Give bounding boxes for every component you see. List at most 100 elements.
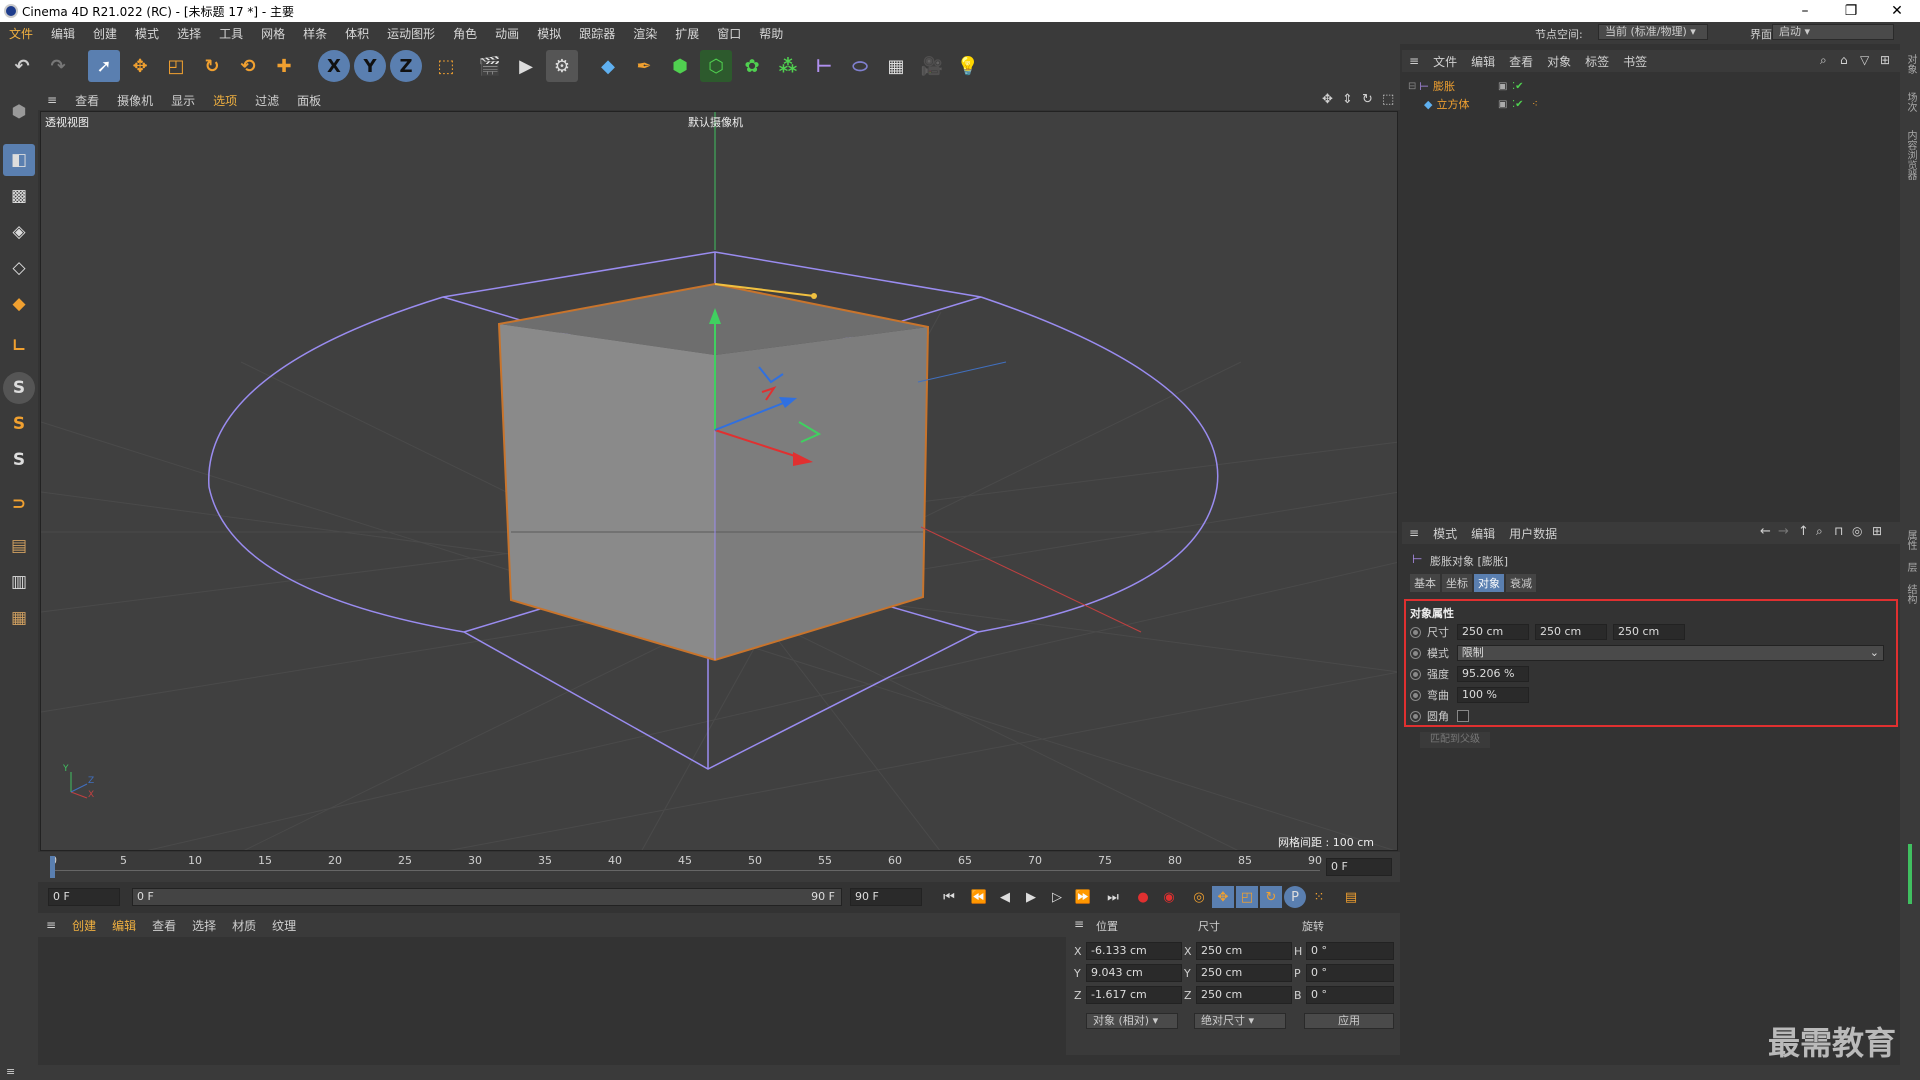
attribute-menu-icon[interactable]: ≡	[1402, 526, 1426, 540]
side-tab-layers[interactable]: 层	[1903, 562, 1918, 572]
cloner-icon[interactable]: ✿	[736, 50, 768, 82]
menu-animate[interactable]: 动画	[486, 25, 528, 42]
layer-toggle-icon[interactable]: ▣	[1498, 99, 1507, 110]
menu-spline[interactable]: 样条	[294, 25, 336, 42]
curvature-input[interactable]: 100 %	[1457, 687, 1529, 703]
attribute-menu-edit[interactable]: 编辑	[1464, 525, 1502, 542]
coordinate-tool-icon[interactable]: ✚	[268, 50, 300, 82]
rotation-b-field[interactable]: 0 °	[1306, 986, 1394, 1004]
new-window-icon[interactable]: ⊞	[1872, 524, 1882, 538]
close-button[interactable]: ✕	[1874, 0, 1920, 22]
object-menu-objects[interactable]: 对象	[1540, 53, 1578, 70]
viewport-menu-camera[interactable]: 摄像机	[108, 92, 162, 109]
menu-help[interactable]: 帮助	[750, 25, 792, 42]
size-x-field[interactable]: 250 cm	[1196, 942, 1292, 960]
frame-range-slider[interactable]: 0 F 90 F	[132, 888, 842, 906]
scale-tool-icon[interactable]: ◰	[160, 50, 192, 82]
size-x-input[interactable]: 250 cm	[1457, 624, 1529, 640]
snap-icon[interactable]: S	[3, 372, 35, 404]
animate-radio-icon[interactable]	[1410, 626, 1421, 638]
status-menu-icon[interactable]: ≡	[6, 1065, 15, 1078]
new-window-icon[interactable]: ⊞	[1880, 53, 1890, 67]
fit-to-parent-button[interactable]: 匹配到父级	[1420, 732, 1490, 748]
next-frame-icon[interactable]: ▷	[1046, 886, 1068, 908]
animate-radio-icon[interactable]	[1410, 647, 1421, 659]
size-y-input[interactable]: 250 cm	[1535, 624, 1607, 640]
object-row-bulge[interactable]: ⊟ ⊢ 膨胀 ▣ ⁚✔	[1408, 78, 1898, 94]
viewport-menu-options[interactable]: 选项	[204, 92, 246, 109]
menu-mode[interactable]: 模式	[126, 25, 168, 42]
keyframe-selection-icon[interactable]: ◎	[1188, 886, 1210, 908]
x-axis-lock-button[interactable]: X	[318, 50, 350, 82]
render-picture-viewer-icon[interactable]: ▶	[510, 50, 542, 82]
side-tab-takes[interactable]: 场次	[1903, 92, 1918, 112]
texture-mode-icon[interactable]: ▩	[3, 180, 35, 212]
key-rotation-icon[interactable]: ↻	[1260, 886, 1282, 908]
record-icon[interactable]: ●	[1132, 886, 1154, 908]
menu-tools[interactable]: 工具	[210, 25, 252, 42]
phong-tag-icon[interactable]: ⁖	[1532, 99, 1538, 110]
material-menu-texture[interactable]: 纹理	[264, 917, 304, 934]
animate-radio-icon[interactable]	[1410, 710, 1421, 722]
menu-edit[interactable]: 编辑	[42, 25, 84, 42]
rotation-p-field[interactable]: 0 °	[1306, 964, 1394, 982]
rotation-h-field[interactable]: 0 °	[1306, 942, 1394, 960]
menu-mograph[interactable]: 运动图形	[378, 25, 444, 42]
forward-arrow-icon[interactable]: →	[1778, 524, 1789, 539]
menu-mesh[interactable]: 网格	[252, 25, 294, 42]
object-menu-icon[interactable]: ≡	[1402, 54, 1426, 68]
animate-radio-icon[interactable]	[1410, 668, 1421, 680]
psr-tool-icon[interactable]: ⟲	[232, 50, 264, 82]
camera-label[interactable]: 默认摄像机	[688, 114, 743, 130]
tab-coord[interactable]: 坐标	[1442, 574, 1472, 592]
current-frame-field[interactable]: 0 F	[1326, 858, 1392, 876]
apply-button[interactable]: 应用	[1304, 1013, 1394, 1029]
position-y-field[interactable]: 9.043 cm	[1086, 964, 1182, 982]
menu-select[interactable]: 选择	[168, 25, 210, 42]
object-name[interactable]: 立方体	[1436, 96, 1496, 112]
attribute-menu-userdata[interactable]: 用户数据	[1502, 525, 1564, 542]
menu-file[interactable]: 文件	[0, 25, 42, 42]
search-icon[interactable]: ⌕	[1816, 524, 1823, 539]
attribute-menu-mode[interactable]: 模式	[1426, 525, 1464, 542]
timeline-playhead[interactable]	[50, 856, 55, 878]
rotate-tool-icon[interactable]: ↻	[196, 50, 228, 82]
edges-mode-icon[interactable]: ◇	[3, 252, 35, 284]
node-space-dropdown[interactable]: 当前 (标准/物理) ▾	[1598, 24, 1708, 40]
model-mode-icon[interactable]: ◧	[3, 144, 35, 176]
interface-dropdown[interactable]: 启动 ▾	[1772, 24, 1894, 40]
z-axis-lock-button[interactable]: Z	[390, 50, 422, 82]
lock-workplane-icon[interactable]: ▥	[3, 566, 35, 598]
menu-extensions[interactable]: 扩展	[666, 25, 708, 42]
object-row-cube[interactable]: ◆ 立方体 ▣ ⁚✔ ⁖	[1424, 96, 1898, 112]
axis-mode-icon[interactable]: ∟	[3, 330, 35, 362]
tab-falloff[interactable]: 衰减	[1506, 574, 1536, 592]
camera-icon[interactable]: 🎥	[916, 50, 948, 82]
object-menu-tags[interactable]: 标签	[1578, 53, 1616, 70]
play-icon[interactable]: ▶	[1020, 886, 1042, 908]
key-scale-icon[interactable]: ◰	[1236, 886, 1258, 908]
magnet-icon[interactable]: ⊃	[3, 488, 35, 520]
up-arrow-icon[interactable]: ↑	[1798, 524, 1809, 539]
previous-key-icon[interactable]: ⏪	[968, 886, 990, 908]
menu-create[interactable]: 创建	[84, 25, 126, 42]
material-menu-edit[interactable]: 编辑	[104, 917, 144, 934]
cube-object-icon[interactable]: ◆	[592, 50, 624, 82]
start-frame-field[interactable]: 0 F	[48, 888, 120, 906]
object-menu-file[interactable]: 文件	[1426, 53, 1464, 70]
undo-icon[interactable]: ↶	[6, 50, 38, 82]
collapse-icon[interactable]: ⊟	[1408, 81, 1416, 92]
viewport-menu-icon[interactable]: ≡	[38, 93, 66, 107]
perspective-viewport[interactable]: 透视视图 默认摄像机 Y X Z 网格间距 : 100 cm	[40, 111, 1398, 851]
y-axis-lock-button[interactable]: Y	[354, 50, 386, 82]
autokey-icon[interactable]: ◉	[1158, 886, 1180, 908]
key-pla-icon[interactable]: ⁙	[1308, 886, 1330, 908]
size-z-field[interactable]: 250 cm	[1196, 986, 1292, 1004]
workplane-snap-icon[interactable]: S	[3, 444, 35, 476]
go-to-end-icon[interactable]: ⏭	[1102, 886, 1124, 908]
end-frame-field[interactable]: 90 F	[850, 888, 922, 906]
material-area[interactable]	[38, 937, 1066, 1055]
tab-object[interactable]: 对象	[1474, 574, 1504, 592]
animate-radio-icon[interactable]	[1410, 689, 1421, 701]
coordinate-system-icon[interactable]: ⬚	[430, 50, 462, 82]
